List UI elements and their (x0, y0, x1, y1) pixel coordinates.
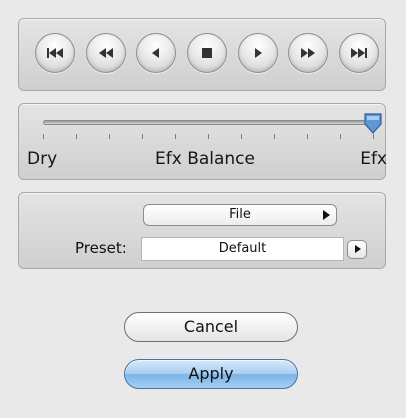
apply-label: Apply (188, 364, 234, 383)
file-popup-button[interactable]: File (143, 204, 337, 226)
file-popup-label: File (229, 207, 251, 222)
skip-to-end-icon (351, 48, 368, 58)
balance-slider-track[interactable] (43, 120, 375, 125)
slider-tick (175, 134, 176, 139)
slider-tick (142, 134, 143, 139)
fast-forward-button[interactable] (288, 33, 329, 73)
preset-field[interactable]: Default (141, 237, 344, 261)
step-back-icon (152, 48, 160, 58)
stop-icon (202, 48, 213, 58)
slider-tick (109, 134, 110, 139)
preset-value: Default (218, 241, 267, 256)
preset-label: Preset: (75, 239, 127, 257)
skip-to-end-button[interactable] (339, 33, 380, 73)
fast-forward-icon (301, 48, 316, 58)
play-button[interactable] (237, 33, 278, 73)
right-arrow-icon (355, 245, 361, 253)
skip-to-start-icon (47, 48, 63, 58)
balance-slider-thumb[interactable] (363, 113, 383, 135)
efx-balance-label: Efx Balance (155, 149, 255, 169)
rewind-button[interactable] (85, 33, 126, 73)
slider-tick (241, 134, 242, 139)
step-back-button[interactable] (136, 33, 177, 73)
slider-tick (208, 134, 209, 139)
slider-tick (76, 134, 77, 139)
efx-balance-panel: Dry Efx Balance Efx (18, 103, 387, 180)
slider-tick (43, 134, 44, 139)
dry-label: Dry (27, 149, 58, 169)
preset-menu-button[interactable] (347, 240, 367, 259)
balance-slider-ticks (43, 134, 374, 140)
transport-row (35, 33, 380, 73)
transport-panel (18, 18, 386, 91)
skip-to-start-button[interactable] (35, 33, 75, 73)
slider-tick (307, 134, 308, 139)
slider-tick (274, 134, 275, 139)
cancel-label: Cancel (183, 317, 239, 336)
stop-button[interactable] (187, 33, 228, 73)
cancel-button[interactable]: Cancel (124, 312, 298, 342)
rewind-icon (98, 48, 113, 58)
efx-label: Efx (360, 149, 387, 169)
slider-tick (340, 134, 341, 139)
apply-button[interactable]: Apply (124, 359, 298, 389)
preset-panel: File Preset: Default (18, 192, 386, 269)
play-icon (254, 48, 262, 58)
right-arrow-icon (323, 210, 330, 220)
